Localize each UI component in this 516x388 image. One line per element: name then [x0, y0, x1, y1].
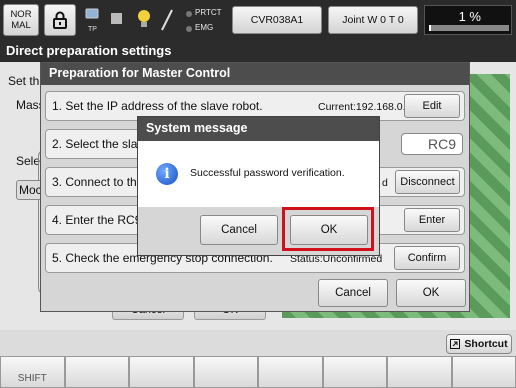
step-3-info: d	[382, 177, 388, 189]
teach-pendant-icon	[84, 8, 100, 25]
enter-password-button[interactable]: Enter	[404, 208, 460, 232]
step-3-text: 3. Connect to the	[52, 175, 144, 189]
top-status-bar: NOR MAL TP PRTCT EMG CVR038A1 Joint W 0 …	[0, 0, 516, 40]
tp-label: TP	[88, 26, 97, 33]
speed-bar	[429, 25, 509, 31]
emg-label: EMG	[195, 23, 214, 32]
prtct-led	[186, 11, 192, 17]
step-2-text: 2. Select the slav	[52, 137, 144, 151]
edit-ip-button[interactable]: Edit	[404, 94, 460, 118]
slave-robot-select[interactable]: RC9	[401, 133, 463, 155]
fkey-5[interactable]	[258, 356, 323, 388]
ok-highlight-box	[282, 207, 374, 251]
joint-mode-button[interactable]: Joint W 0 T 0	[328, 6, 418, 34]
speed-bar-fill	[429, 25, 431, 31]
fkey-shift[interactable]: SHIFT	[0, 356, 65, 388]
lightbulb-icon	[136, 8, 152, 33]
info-icon: i	[156, 163, 178, 185]
fkey-4[interactable]	[193, 356, 258, 388]
wand-icon	[160, 8, 174, 35]
prtct-label: PRTCT	[195, 8, 222, 17]
shortcut-label: Shortcut	[464, 338, 508, 350]
function-key-bar: SHIFT	[0, 356, 516, 388]
fkey-8[interactable]	[451, 356, 516, 388]
system-message-text: Successful password verification.	[190, 167, 345, 179]
step-4-text: 4. Enter the RC9	[52, 213, 142, 227]
confirm-emergency-button[interactable]: Confirm	[394, 246, 460, 270]
fkey-6[interactable]	[322, 356, 387, 388]
lock-icon	[53, 11, 67, 29]
prep-ok-button[interactable]: OK	[396, 279, 466, 307]
message-cancel-button[interactable]: Cancel	[200, 215, 278, 245]
shortcut-button[interactable]: Shortcut	[446, 334, 512, 354]
emg-led	[186, 26, 192, 32]
speed-text: 1 %	[458, 9, 481, 24]
lock-button[interactable]	[44, 4, 76, 36]
prep-cancel-button[interactable]: Cancel	[318, 279, 388, 307]
mode-line1: NOR	[10, 9, 32, 20]
shortcut-icon	[450, 339, 461, 349]
fkey-7[interactable]	[387, 356, 452, 388]
fkey-3[interactable]	[129, 356, 194, 388]
page-title: Direct preparation settings	[0, 40, 516, 62]
fkey-2[interactable]	[64, 356, 129, 388]
stop-square-icon	[111, 13, 122, 24]
speed-indicator[interactable]: 1 %	[424, 5, 512, 35]
mode-button[interactable]: NOR MAL	[3, 4, 39, 36]
system-message-title: System message	[138, 117, 379, 141]
robot-name-button[interactable]: CVR038A1	[232, 6, 322, 34]
step-1-info: Current:192.168.0.1	[318, 101, 412, 113]
disconnect-button[interactable]: Disconnect	[395, 170, 460, 194]
mode-line2: MAL	[11, 20, 31, 31]
system-message-body: i Successful password verification.	[138, 141, 379, 207]
preparation-dialog-title: Preparation for Master Control	[41, 63, 469, 85]
step-1-text: 1. Set the IP address of the slave robot…	[52, 99, 263, 113]
